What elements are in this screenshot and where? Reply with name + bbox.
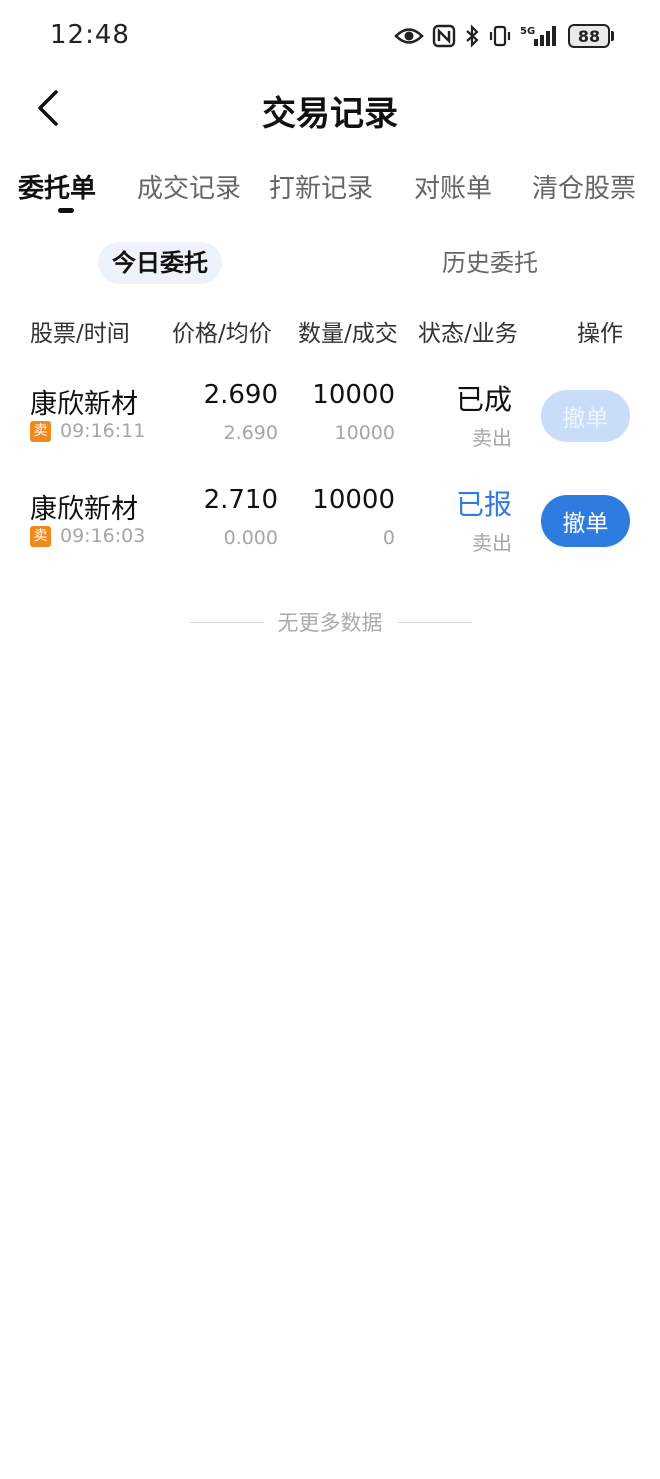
order-price: 2.710 (203, 485, 278, 515)
order-time: 09:16:03 (60, 525, 146, 547)
column-headers: 股票/时间 价格/均价 数量/成交 状态/业务 操作 (0, 314, 660, 350)
sell-badge: 卖 (30, 526, 51, 547)
page-title: 交易记录 (262, 94, 398, 134)
divider-line (188, 621, 264, 623)
subtab-history[interactable]: 历史委托 (428, 242, 552, 284)
order-price: 2.690 (203, 380, 278, 410)
cancel-order-button[interactable]: 撤单 (541, 495, 630, 547)
col-status-biz: 状态/业务 (418, 321, 518, 347)
battery-icon: 88 (568, 24, 614, 48)
business-type: 卖出 (472, 531, 512, 555)
order-quantity: 10000 (312, 485, 395, 515)
divider-line (396, 621, 472, 623)
business-type: 卖出 (472, 426, 512, 450)
battery-level: 88 (568, 24, 610, 48)
cancel-order-button[interactable]: 撤单 (541, 390, 630, 442)
table-row[interactable]: 康欣新材 卖 09:16:03 2.710 0.000 10000 0 已报 卖… (0, 473, 660, 569)
header: 交易记录 (0, 72, 660, 144)
vibrate-icon (488, 24, 512, 48)
col-qty-filled: 数量/成交 (298, 321, 398, 347)
signal-5g-icon: 5G (520, 24, 560, 48)
sub-tabs: 今日委托 历史委托 (0, 242, 660, 286)
tab-trades[interactable]: 成交记录 (137, 168, 241, 205)
stock-name: 康欣新材 (30, 494, 138, 525)
status-bar: 12:48 5G 88 (0, 0, 660, 72)
col-price-avg: 价格/均价 (172, 321, 272, 347)
no-more-data-text: 无更多数据 (277, 611, 383, 635)
order-time: 09:16:11 (60, 420, 146, 442)
nfc-icon (432, 24, 456, 48)
order-quantity: 10000 (312, 380, 395, 410)
tab-statement[interactable]: 对账单 (414, 168, 492, 205)
order-status: 已成 (455, 383, 512, 416)
main-tabs: 委托单 成交记录 打新记录 对账单 清仓股票 (0, 162, 660, 222)
status-icons: 5G 88 (394, 22, 614, 50)
active-tab-indicator (58, 208, 74, 213)
stock-name: 康欣新材 (30, 389, 138, 420)
tab-cleared-stocks[interactable]: 清仓股票 (532, 168, 636, 205)
table-row[interactable]: 康欣新材 卖 09:16:11 2.690 2.690 10000 10000 … (0, 368, 660, 464)
average-price: 0.000 (223, 527, 278, 549)
filled-quantity: 10000 (334, 422, 395, 444)
eye-icon (394, 25, 424, 47)
sell-badge: 卖 (30, 421, 51, 442)
order-status: 已报 (455, 488, 512, 521)
filled-quantity: 0 (382, 527, 395, 549)
bluetooth-icon (464, 24, 480, 48)
network-type-label: 5G (520, 26, 535, 37)
status-time: 12:48 (50, 20, 130, 50)
col-stock-time: 股票/时间 (30, 321, 130, 347)
no-more-data: 无更多数据 (0, 606, 660, 638)
tab-ipo[interactable]: 打新记录 (269, 168, 373, 205)
tab-orders[interactable]: 委托单 (18, 168, 96, 205)
average-price: 2.690 (223, 422, 278, 444)
subtab-today[interactable]: 今日委托 (98, 242, 222, 284)
col-action: 操作 (577, 321, 623, 347)
